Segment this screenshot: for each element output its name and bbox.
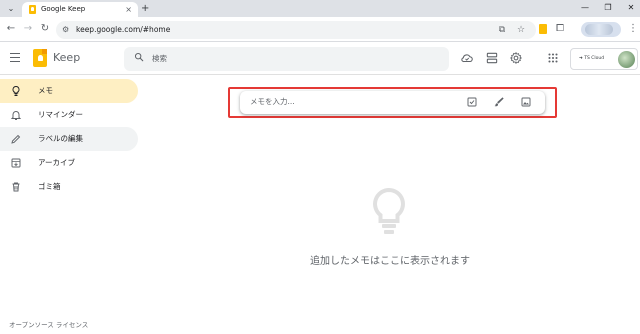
browser-toolbar: ← → ↻ ⚙ keep.google.com/#home ⧉ ☆ ⧠ ⋮ — [0, 17, 640, 42]
reload-button[interactable]: ↻ — [38, 22, 52, 36]
sidebar-item-label: ゴミ箱 — [38, 182, 61, 191]
list-view-icon[interactable] — [485, 51, 499, 65]
search-box[interactable]: 検索 — [124, 47, 449, 71]
account-switcher[interactable]: ➜ TS Cloud — [570, 48, 638, 70]
lightbulb-icon — [12, 86, 20, 96]
maximize-button[interactable]: ❐ — [601, 1, 615, 15]
sidebar-item-archive[interactable]: アーカイブ — [0, 151, 138, 175]
pencil-icon — [11, 134, 21, 144]
tab-title: Google Keep — [41, 5, 86, 13]
app-name[interactable]: Keep — [53, 51, 80, 65]
sidebar-item-edit-labels[interactable]: ラベルの編集 — [0, 127, 138, 151]
new-tab-button[interactable]: + — [141, 2, 149, 15]
apps-grid-icon[interactable] — [546, 51, 560, 65]
sidebar-item-notes[interactable]: メモ — [0, 79, 138, 103]
tab-close-icon[interactable]: × — [125, 4, 132, 15]
bookmark-star-icon[interactable]: ☆ — [515, 24, 527, 36]
browser-tab[interactable]: Google Keep × — [22, 2, 138, 17]
browser-profile-button[interactable] — [581, 22, 621, 37]
address-bar[interactable]: ⚙ keep.google.com/#home ⧉ ☆ — [56, 21, 536, 39]
avatar[interactable] — [618, 51, 635, 68]
trash-icon — [12, 182, 20, 192]
take-note-input[interactable]: メモを入力... — [250, 96, 295, 108]
sidebar-item-label: ラベルの編集 — [38, 134, 83, 143]
close-window-button[interactable]: ✕ — [624, 1, 638, 15]
new-image-icon[interactable] — [520, 96, 532, 108]
sidebar-item-reminders[interactable]: リマインダー — [0, 103, 138, 127]
empty-lightbulb-icon — [373, 187, 405, 234]
bell-icon — [10, 111, 22, 120]
back-button[interactable]: ← — [4, 22, 18, 36]
keep-extension-icon[interactable] — [539, 24, 547, 34]
new-drawing-brush-icon[interactable] — [493, 96, 505, 108]
keep-favicon-icon — [29, 5, 36, 14]
search-input[interactable]: 検索 — [152, 53, 167, 65]
main-menu-icon[interactable] — [10, 53, 20, 63]
forward-button[interactable]: → — [21, 22, 35, 36]
sidebar-item-trash[interactable]: ゴミ箱 — [0, 175, 138, 199]
account-org-label: ➜ TS Cloud — [579, 56, 605, 61]
site-info-icon[interactable]: ⚙ — [62, 23, 69, 37]
archive-icon — [11, 158, 21, 168]
extensions-icon[interactable]: ⧠ — [556, 22, 564, 36]
take-note-bar[interactable]: メモを入力... — [240, 91, 545, 114]
keep-logo-icon[interactable] — [33, 49, 47, 67]
sidebar-item-label: リマインダー — [38, 110, 83, 119]
minimize-button[interactable]: — — [578, 1, 592, 15]
keep-header: Keep 検索 ➜ TS Cloud — [0, 43, 640, 75]
sidebar-item-label: アーカイブ — [38, 158, 76, 167]
sidebar-item-label: メモ — [38, 86, 53, 95]
browser-tabstrip: ⌄ Google Keep × + — ❐ ✕ — [0, 0, 640, 17]
url-text[interactable]: keep.google.com/#home — [76, 24, 170, 36]
open-source-licenses-link[interactable]: オープンソース ライセンス — [9, 320, 88, 330]
search-icon[interactable] — [134, 52, 144, 62]
empty-state-message: 追加したメモはここに表示されます — [310, 256, 470, 267]
new-list-checkbox-icon[interactable] — [466, 96, 478, 108]
cloud-sync-icon[interactable] — [460, 51, 474, 65]
tab-search-button[interactable]: ⌄ — [4, 3, 18, 15]
settings-gear-icon[interactable] — [509, 51, 523, 65]
install-app-icon[interactable]: ⧉ — [496, 24, 508, 36]
browser-menu-icon[interactable]: ⋮ — [628, 22, 638, 36]
account-org-name: TS Cloud — [584, 56, 605, 61]
